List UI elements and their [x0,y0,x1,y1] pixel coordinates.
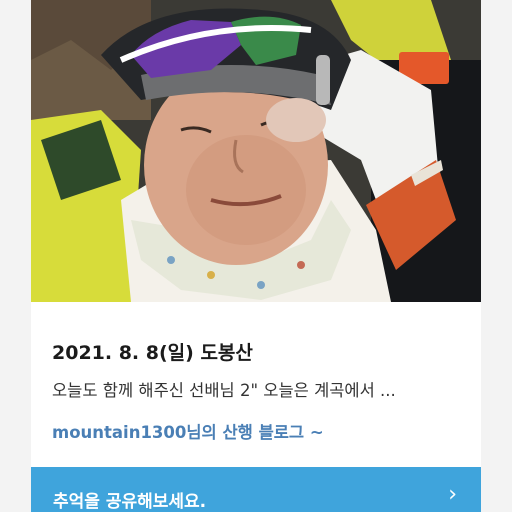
share-memory-label: 추억을 공유해보세요. [53,492,207,512]
memory-card[interactable]: 2021. 8. 8(일) 도봉산 오늘도 함께 해주신 선배님 2" 오늘은 … [31,0,481,512]
author-blog-link[interactable]: mountain1300님의 산행 블로그 ~ [52,419,324,443]
post-date-title[interactable]: 2021. 8. 8(일) 도봉산 [52,338,253,365]
post-info[interactable]: 2021. 8. 8(일) 도봉산 오늘도 함께 해주신 선배님 2" 오늘은 … [31,302,481,467]
post-photo[interactable] [31,0,481,302]
chevron-right-icon: › [448,482,457,507]
post-excerpt[interactable]: 오늘도 함께 해주신 선배님 2" 오늘은 계곡에서 ... [52,377,462,401]
photo-illustration [31,0,481,302]
share-memory-button[interactable]: 추억을 공유해보세요. › [31,467,481,512]
